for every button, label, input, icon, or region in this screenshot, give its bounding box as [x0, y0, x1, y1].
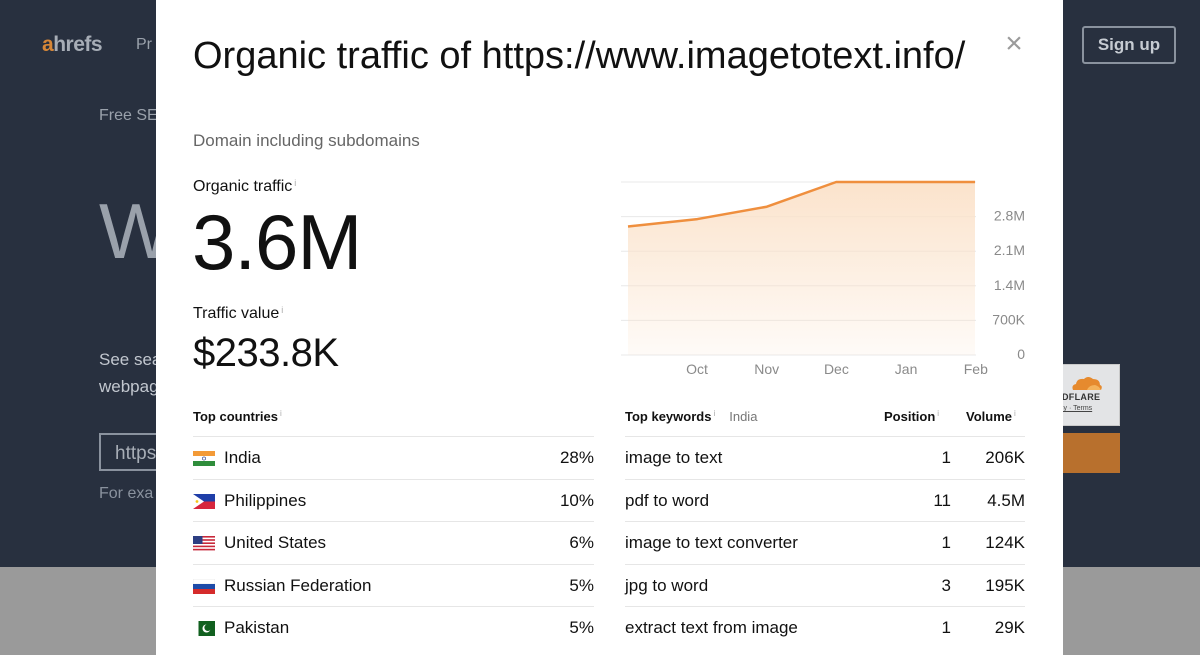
- cloudflare-cloud-icon: [1072, 377, 1102, 390]
- example-hint: For exa: [99, 485, 154, 502]
- info-icon[interactable]: i: [937, 409, 939, 418]
- organic-traffic-label: Organic traffic i: [193, 178, 297, 195]
- y-tick-label: 2.8M: [994, 208, 1025, 224]
- country-name: United States: [224, 533, 327, 552]
- keyword-row[interactable]: image to text converter 1 124K: [625, 521, 1025, 564]
- keyword-text: image to text: [625, 448, 723, 467]
- top-countries-header: Top countries i: [193, 409, 282, 424]
- traffic-value-label: Traffic value i: [193, 305, 284, 322]
- country-share: 5%: [569, 618, 594, 637]
- country-name: Russian Federation: [224, 575, 372, 595]
- country-row[interactable]: United States 6%: [193, 521, 594, 564]
- country-name: India: [224, 448, 261, 467]
- cloudflare-links[interactable]: cy · Terms: [1060, 405, 1092, 412]
- country-row[interactable]: Pakistan 5%: [193, 606, 594, 649]
- y-tick-label: 700K: [992, 311, 1025, 327]
- country-share: 28%: [559, 448, 594, 467]
- organic-traffic-modal: × Organic traffic of https://www.imageto…: [156, 0, 1063, 655]
- keyword-text: extract text from image: [625, 618, 798, 637]
- country-share: 10%: [559, 490, 594, 510]
- country-share: 5%: [569, 575, 594, 595]
- keyword-volume: 4.5M: [987, 490, 1025, 510]
- keyword-volume: 124K: [985, 533, 1025, 552]
- keyword-volume: 206K: [985, 448, 1025, 467]
- info-icon[interactable]: i: [713, 409, 715, 418]
- philippines-flag-icon: [193, 493, 215, 509]
- organic-traffic-chart: 0 700K 1.4M 2.1M 2.8M Oct Nov Dec Jan Feb: [621, 180, 1026, 377]
- nav-item-products[interactable]: Pr: [136, 36, 152, 54]
- cloudflare-captcha[interactable]: DFLARE cy · Terms: [1055, 364, 1120, 426]
- page-description: See sea webpag: [99, 350, 162, 396]
- country-row[interactable]: Russian Federation 5%: [193, 563, 594, 607]
- y-tick-label: 1.4M: [994, 277, 1025, 293]
- y-tick-label: 0: [1017, 346, 1025, 362]
- keyword-row[interactable]: pdf to word 11 4.5M: [625, 478, 1025, 522]
- info-icon[interactable]: i: [1014, 409, 1016, 418]
- sign-up-button[interactable]: Sign up: [1082, 26, 1176, 64]
- close-icon[interactable]: ×: [999, 29, 1029, 60]
- x-tick-label: Feb: [964, 361, 988, 377]
- country-row[interactable]: India 28%: [193, 436, 594, 479]
- keyword-row[interactable]: extract text from image 1 29K: [625, 606, 1025, 649]
- x-tick-label: Jan: [895, 361, 918, 377]
- breadcrumb-free-seo-tools[interactable]: Free SE: [99, 107, 158, 125]
- keyword-position: 1: [941, 533, 951, 552]
- ahrefs-logo[interactable]: ahrefs: [42, 33, 103, 57]
- top-keywords-list: image to text 1 206K pdf to word 11 4.5M…: [625, 436, 1025, 649]
- info-icon[interactable]: i: [280, 409, 282, 418]
- country-share: 6%: [569, 533, 594, 552]
- country-name: Pakistan: [224, 618, 290, 637]
- traffic-value-amount: $233.8K: [193, 331, 339, 375]
- keywords-country-selector[interactable]: India: [729, 409, 757, 424]
- y-tick-label: 2.1M: [994, 242, 1025, 258]
- keyword-volume: 29K: [994, 618, 1025, 637]
- united-states-flag-icon: [193, 536, 215, 551]
- keyword-position: 1: [941, 618, 951, 637]
- keyword-text: image to text converter: [625, 533, 798, 552]
- traffic-area: [628, 182, 975, 355]
- keyword-text: jpg to word: [625, 575, 709, 595]
- check-button[interactable]: [1055, 433, 1120, 473]
- position-column-header: Position i: [884, 409, 940, 424]
- info-icon[interactable]: i: [281, 305, 283, 315]
- info-icon[interactable]: i: [294, 178, 296, 188]
- country-name: Philippines: [224, 490, 307, 510]
- top-keywords-header: Top keywords i India: [625, 409, 758, 424]
- india-flag-icon: [193, 451, 215, 466]
- top-countries-list: India 28% Philippines 10% United States …: [193, 436, 594, 649]
- keyword-position: 11: [933, 490, 951, 510]
- keyword-text: pdf to word: [625, 490, 710, 510]
- keyword-volume: 195K: [985, 575, 1025, 595]
- russia-flag-icon: [193, 578, 215, 594]
- keyword-row[interactable]: jpg to word 3 195K: [625, 563, 1025, 607]
- modal-subtitle: Domain including subdomains: [193, 131, 420, 150]
- cloudflare-label: DFLARE: [1062, 392, 1101, 402]
- country-row[interactable]: Philippines 10%: [193, 478, 594, 522]
- modal-title: Organic traffic of https://www.imagetote…: [193, 35, 966, 77]
- organic-traffic-value: 3.6M: [192, 198, 362, 286]
- x-tick-label: Oct: [686, 361, 708, 377]
- x-tick-label: Nov: [754, 361, 779, 377]
- x-tick-label: Dec: [824, 361, 849, 377]
- keyword-position: 1: [941, 448, 951, 467]
- pakistan-flag-icon: [193, 621, 215, 636]
- keyword-position: 3: [941, 575, 951, 595]
- keyword-row[interactable]: image to text 1 206K: [625, 436, 1025, 479]
- volume-column-header: Volume i: [966, 409, 1016, 424]
